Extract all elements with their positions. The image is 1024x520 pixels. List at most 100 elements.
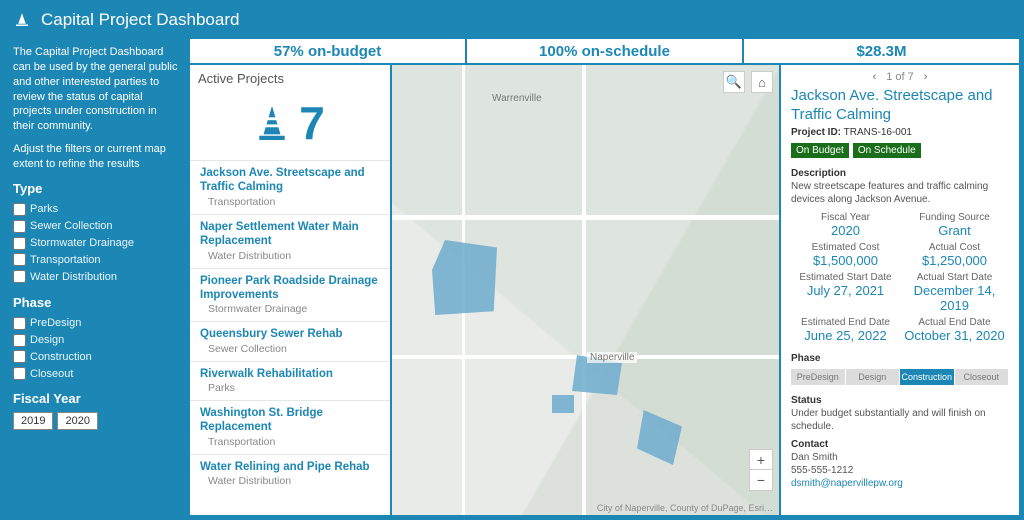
project-category: Parks	[208, 382, 380, 394]
project-name: Pioneer Park Roadside Drainage Improveme…	[200, 274, 380, 303]
phase-checkbox[interactable]	[13, 334, 26, 347]
status-badges: On Budget On Schedule	[791, 143, 1009, 158]
description-label: Description	[791, 168, 1009, 179]
project-name: Washington St. Bridge Replacement	[200, 406, 380, 435]
project-list-item[interactable]: Queensbury Sewer Rehab Sewer Collection	[190, 321, 390, 360]
project-category: Transportation	[208, 436, 380, 448]
project-category: Sewer Collection	[208, 343, 380, 355]
map-label-center: Naperville	[587, 352, 637, 363]
fiscal-year-heading: Fiscal Year	[13, 390, 178, 408]
project-list-item[interactable]: Washington St. Bridge ReplacementTranspo…	[190, 400, 390, 454]
map-search-button[interactable]: 🔍	[723, 71, 745, 93]
app-body: The Capital Project Dashboard can be use…	[3, 37, 1021, 517]
project-id: Project ID: TRANS-16-001	[791, 127, 1009, 138]
type-checkbox[interactable]	[13, 270, 26, 283]
phase-segment: Design	[846, 369, 900, 385]
phase-filter[interactable]: PreDesign	[13, 315, 178, 332]
project-name: Jackson Ave. Streetscape and Traffic Cal…	[200, 166, 380, 195]
contact-name: Dan Smith	[791, 451, 1009, 464]
project-category: Stormwater Drainage	[208, 303, 380, 315]
status-label: Status	[791, 395, 1009, 406]
project-list-item[interactable]: Jackson Ave. Streetscape and Traffic Cal…	[190, 160, 390, 214]
project-list-item[interactable]: Riverwalk RehabilitationParks	[190, 361, 390, 400]
type-heading: Type	[13, 180, 178, 198]
panels: Active Projects 7 Jackson Ave. Streetsca…	[190, 65, 1019, 515]
type-filter[interactable]: Transportation	[13, 252, 178, 269]
project-list-item[interactable]: Naper Settlement Water Main ReplacementW…	[190, 214, 390, 268]
sidebar-intro: The Capital Project Dashboard can be use…	[13, 45, 178, 134]
kpi-budget: 57% on-budget	[190, 39, 465, 63]
phase-segment: PreDesign	[791, 369, 845, 385]
project-list-item[interactable]: Water Relining and Pipe RehabWater Distr…	[190, 454, 390, 493]
project-list-item[interactable]: Pioneer Park Roadside Drainage Improveme…	[190, 268, 390, 322]
detail-title: Jackson Ave. Streetscape and Traffic Cal…	[791, 87, 1009, 125]
project-category: Water Distribution	[208, 250, 380, 262]
project-category: Transportation	[208, 196, 380, 208]
contact-email[interactable]: dsmith@napervillepw.org	[791, 478, 903, 489]
phase-bar: PreDesignDesignConstructionCloseout	[791, 369, 1009, 385]
phase-segment: Construction	[900, 369, 954, 385]
pager-text: 1 of 7	[886, 71, 914, 83]
badge-on-schedule: On Schedule	[853, 143, 921, 158]
projects-panel: Active Projects 7 Jackson Ave. Streetsca…	[190, 65, 390, 515]
phase-filter[interactable]: Design	[13, 332, 178, 349]
project-name: Queensbury Sewer Rehab	[200, 327, 380, 341]
app-title: Capital Project Dashboard	[41, 10, 239, 30]
kpi-schedule: 100% on-schedule	[467, 39, 742, 63]
phase-filter[interactable]: Closeout	[13, 366, 178, 383]
phase-filter[interactable]: Construction	[13, 349, 178, 366]
projects-list: Jackson Ave. Streetscape and Traffic Cal…	[190, 160, 390, 515]
phase-label: Phase	[791, 353, 1009, 364]
contact-phone: 555-555-1212	[791, 464, 1009, 477]
phase-segment: Closeout	[955, 369, 1009, 385]
type-filter[interactable]: Parks	[13, 201, 178, 218]
project-name: Riverwalk Rehabilitation	[200, 367, 380, 381]
type-checkbox[interactable]	[13, 237, 26, 250]
zoom-out-button[interactable]: −	[750, 470, 772, 490]
phase-heading: Phase	[13, 294, 178, 312]
status-text: Under budget substantially and will fini…	[791, 407, 1009, 433]
projects-count: 7	[190, 96, 390, 150]
main-area: 57% on-budget 100% on-schedule $28.3M Ac…	[188, 37, 1021, 517]
pager-next[interactable]: ›	[924, 71, 928, 83]
filters-sidebar: The Capital Project Dashboard can be use…	[3, 37, 188, 517]
kpi-row: 57% on-budget 100% on-schedule $28.3M	[190, 39, 1019, 63]
sidebar-hint: Adjust the filters or current map extent…	[13, 142, 178, 172]
zoom-in-button[interactable]: +	[750, 450, 772, 470]
phase-checkbox[interactable]	[13, 367, 26, 380]
projects-heading: Active Projects	[190, 65, 390, 92]
type-checkbox[interactable]	[13, 203, 26, 216]
kpi-total: $28.3M	[744, 39, 1019, 63]
type-checkbox[interactable]	[13, 253, 26, 266]
map-tools: 🔍 ⌂	[723, 71, 773, 93]
map-feature[interactable]	[552, 395, 574, 413]
pager-prev[interactable]: ‹	[873, 71, 877, 83]
phase-checkbox[interactable]	[13, 350, 26, 363]
project-name: Naper Settlement Water Main Replacement	[200, 220, 380, 249]
cone-icon	[13, 11, 31, 29]
map-feature[interactable]	[432, 240, 497, 315]
app-root: Capital Project Dashboard The Capital Pr…	[0, 0, 1024, 520]
map-attribution: City of Naperville, County of DuPage, Es…	[597, 503, 773, 513]
detail-panel: ‹ 1 of 7 › Jackson Ave. Streetscape and …	[781, 65, 1019, 515]
project-name: Water Relining and Pipe Rehab	[200, 460, 380, 474]
detail-fields: Fiscal Year2020 Funding SourceGrant Esti…	[791, 212, 1009, 343]
type-checkbox[interactable]	[13, 220, 26, 233]
map-home-button[interactable]: ⌂	[751, 71, 773, 93]
phase-checkbox[interactable]	[13, 317, 26, 330]
app-header: Capital Project Dashboard	[3, 3, 1021, 37]
map-label-top: Warrenville	[492, 93, 542, 104]
map-road	[582, 65, 586, 515]
cone-icon	[255, 103, 289, 143]
map-panel[interactable]: Naperville Warrenville 🔍 ⌂ + − City of N…	[392, 65, 779, 515]
badge-on-budget: On Budget	[791, 143, 849, 158]
contact-block: Dan Smith 555-555-1212 dsmith@naperville…	[791, 451, 1009, 490]
type-filter[interactable]: Sewer Collection	[13, 218, 178, 235]
fiscal-year-button[interactable]: 2019	[13, 412, 53, 430]
project-category: Water Distribution	[208, 475, 380, 487]
type-filter[interactable]: Stormwater Drainage	[13, 235, 178, 252]
type-filter[interactable]: Water Distribution	[13, 269, 178, 286]
fiscal-year-button[interactable]: 2020	[57, 412, 97, 430]
description-text: New streetscape features and traffic cal…	[791, 180, 1009, 206]
map-zoom: + −	[749, 449, 773, 491]
